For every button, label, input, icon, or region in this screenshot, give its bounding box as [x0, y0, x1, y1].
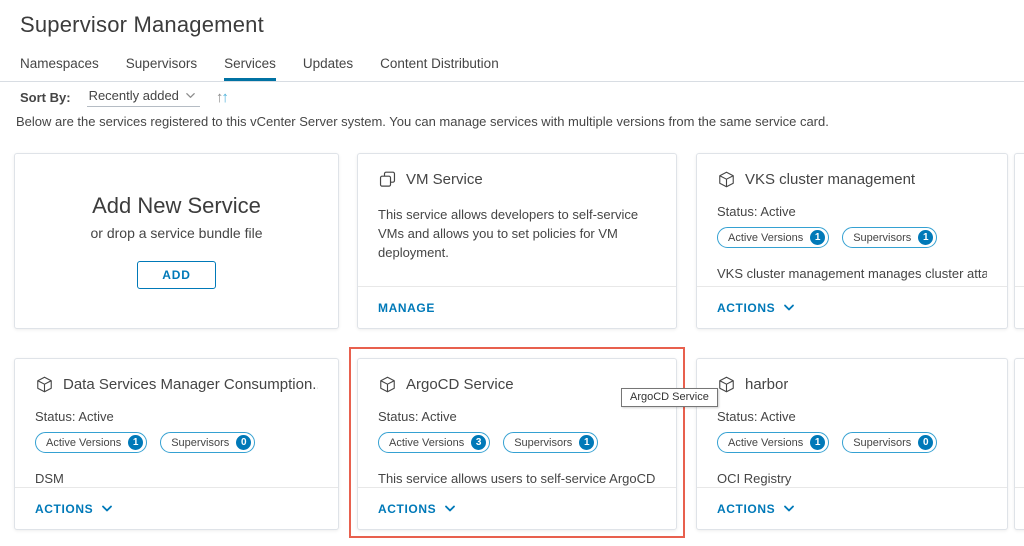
card-footer: ACTIONS [358, 487, 676, 529]
actions-label: ACTIONS [378, 502, 436, 516]
badge-count: 3 [471, 435, 486, 450]
add-card-subtitle: or drop a service bundle file [91, 225, 263, 241]
actions-label: ACTIONS [717, 502, 775, 516]
tab-bar: Namespaces Supervisors Services Updates … [0, 48, 1024, 82]
card-title: VM Service [406, 171, 483, 188]
card-title: Data Services Manager Consumption... [63, 376, 318, 393]
supervisors-badge: Supervisors 0 [842, 432, 937, 453]
cube-icon [717, 170, 736, 189]
actions-button[interactable]: ACTIONS [35, 502, 113, 516]
chevron-down-icon [185, 90, 196, 101]
partial-card-top [1014, 153, 1024, 329]
card-footer: ACTIONS [697, 286, 1007, 328]
service-card-argocd[interactable]: ArgoCD Service Status: Active Active Ver… [357, 358, 677, 530]
service-card-vks[interactable]: VKS cluster management Status: Active Ac… [696, 153, 1008, 329]
cube-icon [717, 375, 736, 394]
service-card-dsm[interactable]: Data Services Manager Consumption... Sta… [14, 358, 339, 530]
active-versions-badge: Active Versions 3 [378, 432, 490, 453]
card-description: This service allows developers to self-s… [378, 206, 656, 263]
badge-count: 0 [918, 435, 933, 450]
partial-card-footer [1015, 286, 1024, 328]
badge-label: Active Versions [728, 232, 803, 244]
tooltip: ArgoCD Service [621, 388, 718, 407]
sort-by-label: Sort By: [20, 90, 71, 105]
badge-count: 1 [579, 435, 594, 450]
status-text: Status: Active [35, 409, 318, 424]
supervisors-badge: Supervisors 1 [842, 227, 937, 248]
card-description: VKS cluster management manages cluster a… [717, 265, 987, 284]
add-card-title: Add New Service [92, 193, 261, 219]
tab-services[interactable]: Services [224, 48, 276, 81]
sort-select[interactable]: Recently added [87, 88, 200, 107]
sort-select-value: Recently added [89, 88, 179, 103]
manage-label: MANAGE [378, 301, 435, 315]
page-title: Supervisor Management [20, 12, 264, 38]
badge-count: 1 [810, 435, 825, 450]
sort-row: Sort By: Recently added ↑↑ [20, 88, 227, 107]
card-title: harbor [745, 376, 788, 393]
vm-icon [378, 170, 397, 189]
badge-label: Active Versions [728, 437, 803, 449]
card-title: VKS cluster management [745, 171, 915, 188]
service-card-harbor[interactable]: harbor Status: Active Active Versions 1 … [696, 358, 1008, 530]
actions-button[interactable]: ACTIONS [717, 502, 795, 516]
badge-count: 1 [128, 435, 143, 450]
badge-count: 1 [918, 230, 933, 245]
sort-direction-toggle[interactable]: ↑↑ [216, 89, 227, 106]
partial-card-footer [1015, 487, 1024, 529]
card-footer: ACTIONS [697, 487, 1007, 529]
tab-updates[interactable]: Updates [303, 48, 353, 81]
active-versions-badge: Active Versions 1 [717, 227, 829, 248]
actions-button[interactable]: ACTIONS [378, 502, 456, 516]
badge-label: Supervisors [853, 232, 911, 244]
badge-count: 0 [236, 435, 251, 450]
chevron-down-icon [101, 503, 113, 515]
active-versions-badge: Active Versions 1 [717, 432, 829, 453]
badge-label: Supervisors [514, 437, 572, 449]
intro-text: Below are the services registered to thi… [16, 114, 829, 129]
actions-button[interactable]: ACTIONS [717, 301, 795, 315]
card-title: ArgoCD Service [406, 376, 514, 393]
supervisors-badge: Supervisors 1 [503, 432, 598, 453]
tab-content-distribution[interactable]: Content Distribution [380, 48, 499, 81]
status-text: Status: Active [717, 409, 987, 424]
actions-label: ACTIONS [35, 502, 93, 516]
manage-button[interactable]: MANAGE [378, 301, 435, 315]
chevron-down-icon [783, 503, 795, 515]
chevron-down-icon [783, 302, 795, 314]
status-text: Status: Active [378, 409, 656, 424]
actions-label: ACTIONS [717, 301, 775, 315]
tab-supervisors[interactable]: Supervisors [126, 48, 197, 81]
partial-card-bottom [1014, 358, 1024, 530]
badge-label: Active Versions [389, 437, 464, 449]
badge-count: 1 [810, 230, 825, 245]
add-button[interactable]: ADD [137, 261, 215, 289]
badge-label: Supervisors [853, 437, 911, 449]
service-card-vm-service[interactable]: VM Service This service allows developer… [357, 153, 677, 329]
status-text: Status: Active [717, 204, 987, 219]
sort-asc-blue-icon: ↑ [221, 89, 227, 106]
add-new-service-card[interactable]: Add New Service or drop a service bundle… [14, 153, 339, 329]
cube-icon [378, 375, 397, 394]
card-footer: MANAGE [358, 286, 676, 328]
active-versions-badge: Active Versions 1 [35, 432, 147, 453]
chevron-down-icon [444, 503, 456, 515]
badge-label: Supervisors [171, 437, 229, 449]
tab-namespaces[interactable]: Namespaces [20, 48, 99, 81]
supervisors-badge: Supervisors 0 [160, 432, 255, 453]
badge-label: Active Versions [46, 437, 121, 449]
card-footer: ACTIONS [15, 487, 338, 529]
cube-icon [35, 375, 54, 394]
